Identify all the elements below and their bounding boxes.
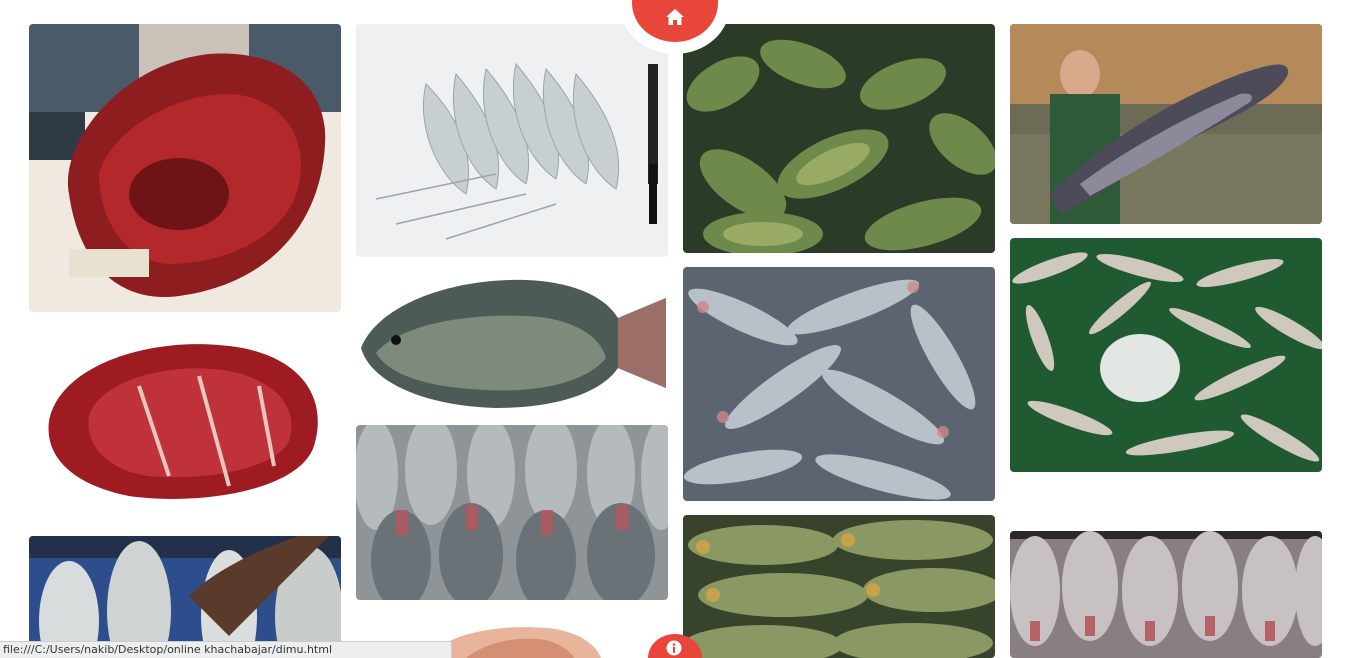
beef-head-photo — [29, 24, 341, 312]
gallery-item-catfish-man[interactable] — [1010, 24, 1322, 224]
green-fish-photo — [683, 515, 995, 658]
gallery-item-beef-head[interactable] — [29, 24, 341, 312]
gallery-item-koi-fish[interactable] — [683, 24, 995, 253]
info-icon — [666, 640, 682, 656]
koi-fish-photo — [683, 24, 995, 253]
hilsa-photo — [29, 536, 341, 658]
gallery-item-prawns[interactable] — [356, 24, 668, 257]
home-icon — [666, 9, 684, 25]
rohu-photo — [356, 425, 668, 600]
gallery-item-green-fish[interactable] — [683, 515, 995, 658]
gallery-item-hilsa[interactable] — [29, 536, 341, 658]
gallery-item-beef-steaks[interactable] — [29, 326, 341, 516]
gallery-item-rohu[interactable] — [356, 425, 668, 600]
gallery-item-pangas[interactable] — [683, 267, 995, 501]
tilapia-photo — [356, 268, 668, 413]
small-fish-photo — [1010, 238, 1322, 472]
beef-steak-photo — [29, 326, 341, 516]
gallery-item-tilapia[interactable] — [356, 268, 668, 413]
gallery-page: file:///C:/Users/nakib/Desktop/online kh… — [0, 0, 1349, 658]
catfish-photo — [1010, 24, 1322, 224]
rohu-market-photo — [1010, 531, 1322, 658]
status-bar-url: file:///C:/Users/nakib/Desktop/online kh… — [0, 641, 452, 658]
prawns-photo — [356, 24, 668, 257]
gallery-item-rohu-market[interactable] — [1010, 531, 1322, 658]
pangas-photo — [683, 267, 995, 501]
gallery-item-small-fish[interactable] — [1010, 238, 1322, 472]
